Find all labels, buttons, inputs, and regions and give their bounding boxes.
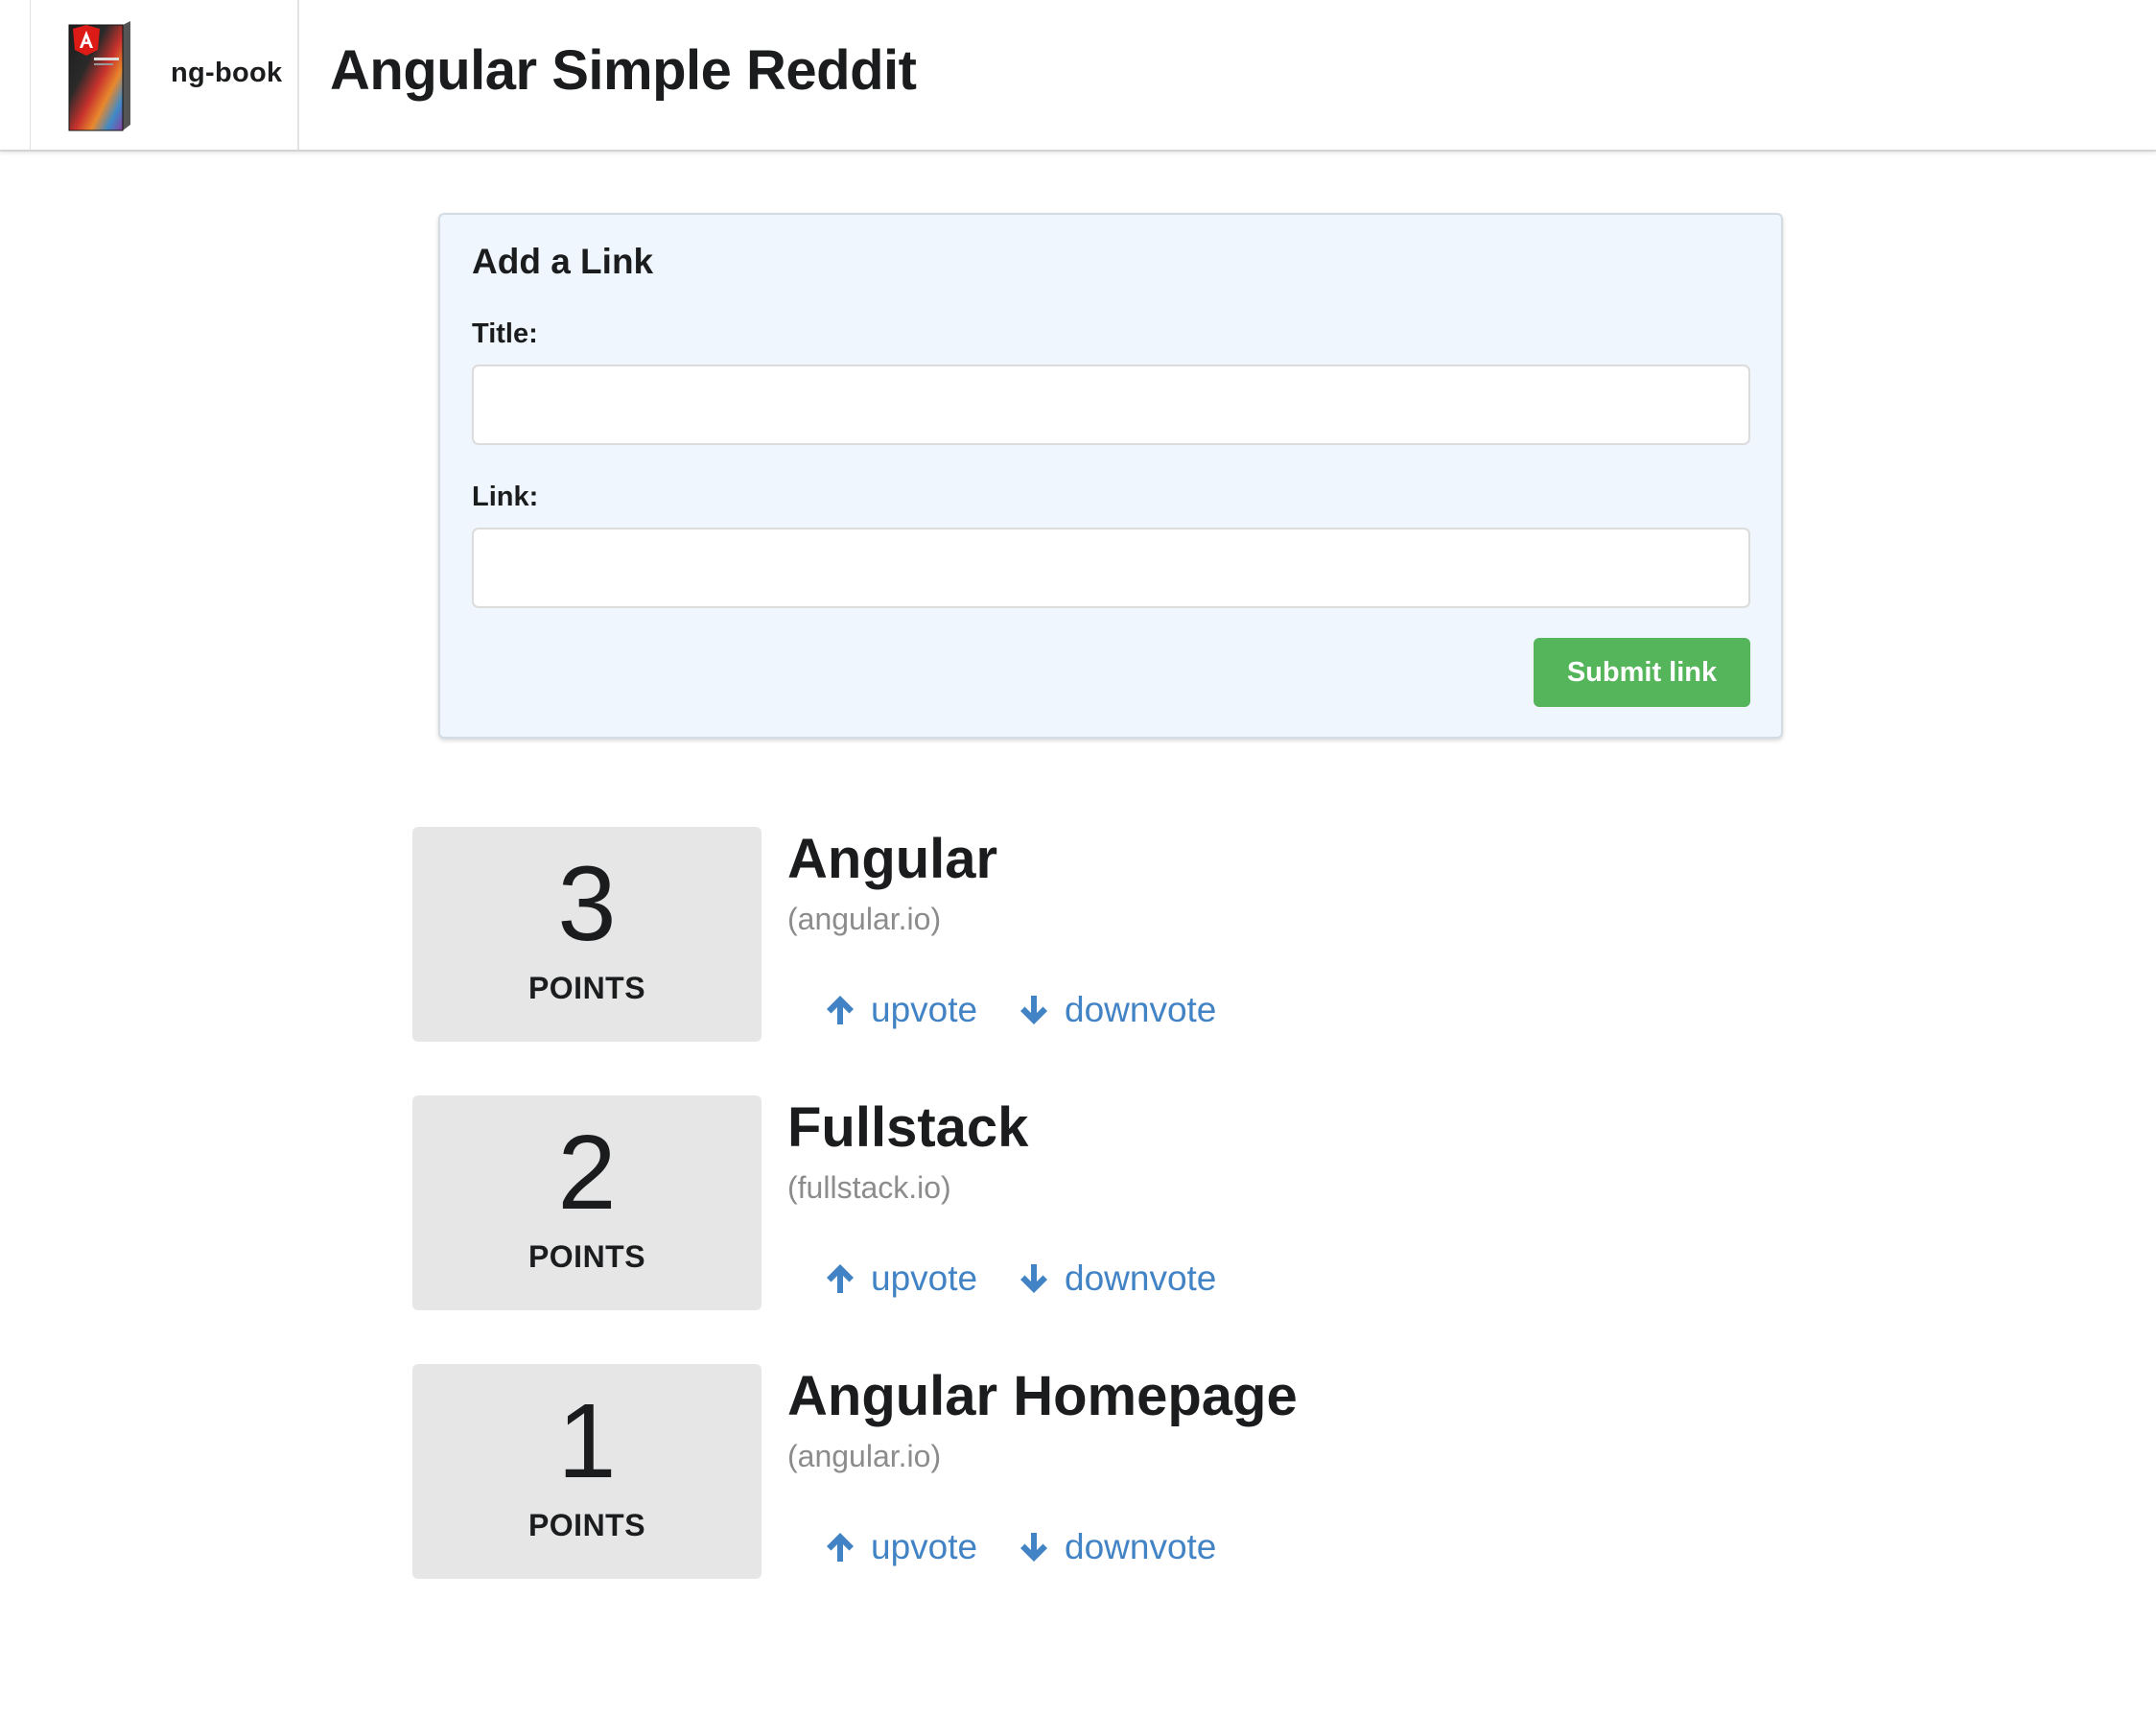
downvote-label: downvote (1065, 1527, 1217, 1566)
votes-count: 2 (557, 1114, 617, 1232)
arrow-up-icon (827, 1533, 854, 1562)
link-input[interactable] (472, 528, 1750, 608)
title-label: Title: (472, 318, 538, 349)
arrow-down-icon (1020, 996, 1047, 1024)
arrow-down-icon (1020, 1264, 1047, 1293)
votes-box: 2 POINTS (412, 1095, 762, 1310)
upvote-label: upvote (871, 1527, 978, 1566)
page-title: Angular Simple Reddit (330, 39, 917, 102)
upvote-link[interactable]: upvote (825, 990, 977, 1030)
downvote-link[interactable]: downvote (1019, 1258, 1216, 1299)
votes-box: 3 POINTS (412, 827, 762, 1042)
form-heading: Add a Link (472, 242, 654, 281)
brand-name: ng-book (171, 58, 283, 88)
downvote-link[interactable]: downvote (1019, 990, 1216, 1030)
brand-link[interactable]: ng-book (30, 0, 299, 150)
votes-label: POINTS (527, 1239, 646, 1274)
upvote-label: upvote (871, 1258, 978, 1298)
add-link-form: Add a Link Title: Link: Submit link (438, 213, 1783, 739)
arrow-up-icon (827, 1264, 854, 1293)
article-title-link[interactable]: Angular (787, 827, 997, 891)
article-item: 1 POINTS Angular Homepage (angular.io) u… (412, 1364, 1755, 1579)
votes-label: POINTS (527, 971, 646, 1005)
submit-link-button[interactable]: Submit link (1534, 638, 1750, 707)
ng-book-cover-icon (68, 21, 130, 131)
downvote-link[interactable]: downvote (1019, 1527, 1216, 1567)
downvote-label: downvote (1065, 1258, 1217, 1298)
arrow-up-icon (827, 996, 854, 1024)
upvote-label: upvote (871, 990, 978, 1029)
votes-box: 1 POINTS (412, 1364, 762, 1579)
link-label: Link: (472, 482, 539, 512)
upvote-link[interactable]: upvote (825, 1258, 977, 1299)
downvote-label: downvote (1065, 990, 1217, 1029)
article-domain: (angular.io) (787, 902, 942, 936)
votes-label: POINTS (527, 1508, 646, 1542)
upvote-link[interactable]: upvote (825, 1527, 977, 1567)
votes-count: 3 (557, 845, 617, 963)
arrow-down-icon (1020, 1533, 1047, 1562)
article-domain: (angular.io) (787, 1439, 942, 1473)
article-item: 3 POINTS Angular (angular.io) upvote dow… (412, 827, 1755, 1042)
article-title-link[interactable]: Fullstack (787, 1095, 1028, 1160)
votes-count: 1 (557, 1382, 617, 1500)
article-domain: (fullstack.io) (787, 1170, 951, 1205)
top-menu-bar: ng-book Angular Simple Reddit (0, 0, 2156, 152)
article-title-link[interactable]: Angular Homepage (787, 1364, 1298, 1428)
article-item: 2 POINTS Fullstack (fullstack.io) upvote… (412, 1095, 1755, 1310)
title-input[interactable] (472, 365, 1750, 445)
